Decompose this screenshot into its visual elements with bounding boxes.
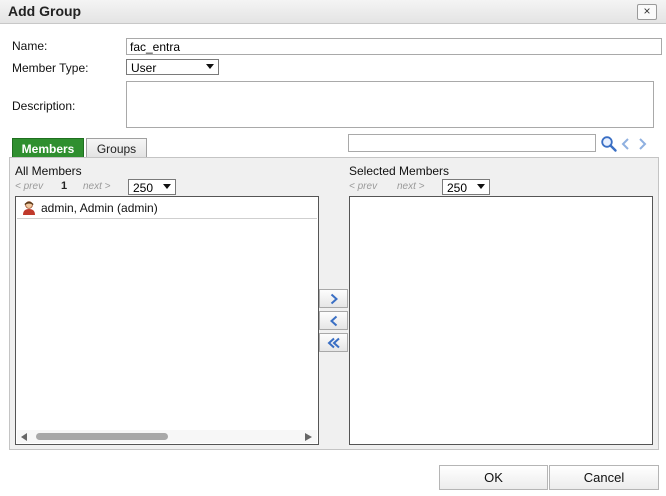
description-label: Description: <box>12 99 76 113</box>
all-members-prev-link[interactable]: < prev <box>15 181 43 192</box>
search-input[interactable] <box>348 134 596 152</box>
chevron-down-icon <box>163 184 171 189</box>
chevron-down-icon <box>477 184 485 189</box>
dialog-title: Add Group <box>8 3 82 19</box>
chevron-left-icon <box>329 315 337 326</box>
scrollbar-thumb[interactable] <box>36 433 168 440</box>
all-members-page-number: 1 <box>61 180 68 192</box>
name-input[interactable] <box>126 38 662 55</box>
chevron-down-icon <box>206 64 214 69</box>
selected-members-prev-link[interactable]: < prev <box>349 181 377 192</box>
member-type-select[interactable]: User <box>126 59 219 75</box>
tab-members[interactable]: Members <box>12 138 84 158</box>
close-icon: × <box>643 4 651 18</box>
description-field[interactable] <box>126 81 654 128</box>
double-chevron-left-icon <box>327 337 340 348</box>
tab-groups[interactable]: Groups <box>86 138 147 158</box>
selected-members-page-size-value: 250 <box>447 181 468 195</box>
all-members-page-size-select[interactable]: 250 <box>128 179 176 195</box>
user-icon <box>23 201 35 215</box>
ok-button[interactable]: OK <box>439 465 548 490</box>
chevron-right-icon <box>330 293 338 304</box>
remove-all-members-button[interactable] <box>319 333 348 352</box>
add-member-button[interactable] <box>319 289 348 308</box>
chevron-right-icon[interactable] <box>636 137 648 151</box>
remove-member-button[interactable] <box>319 311 348 330</box>
search-icon[interactable] <box>600 135 618 153</box>
member-type-label: Member Type: <box>12 61 89 75</box>
list-item[interactable]: admin, Admin (admin) <box>17 198 317 219</box>
member-type-value: User <box>131 61 157 75</box>
selected-members-list[interactable] <box>349 196 653 445</box>
name-label: Name: <box>12 39 48 53</box>
scroll-left-icon[interactable] <box>21 433 28 441</box>
dialog-titlebar: Add Group × <box>0 0 666 24</box>
close-button[interactable]: × <box>637 4 657 20</box>
chevron-left-icon[interactable] <box>620 137 632 151</box>
all-members-next-link[interactable]: next > <box>83 181 111 192</box>
horizontal-scrollbar[interactable] <box>17 430 317 443</box>
selected-members-title: Selected Members <box>349 164 450 178</box>
all-members-title: All Members <box>15 164 82 178</box>
selected-members-page-size-select[interactable]: 250 <box>442 179 490 195</box>
list-item-label: admin, Admin (admin) <box>41 201 158 215</box>
scroll-right-icon[interactable] <box>305 433 312 441</box>
cancel-button[interactable]: Cancel <box>549 465 659 490</box>
all-members-list[interactable]: admin, Admin (admin) <box>15 196 319 445</box>
selected-members-next-link[interactable]: next > <box>397 181 425 192</box>
all-members-page-size-value: 250 <box>133 181 154 195</box>
